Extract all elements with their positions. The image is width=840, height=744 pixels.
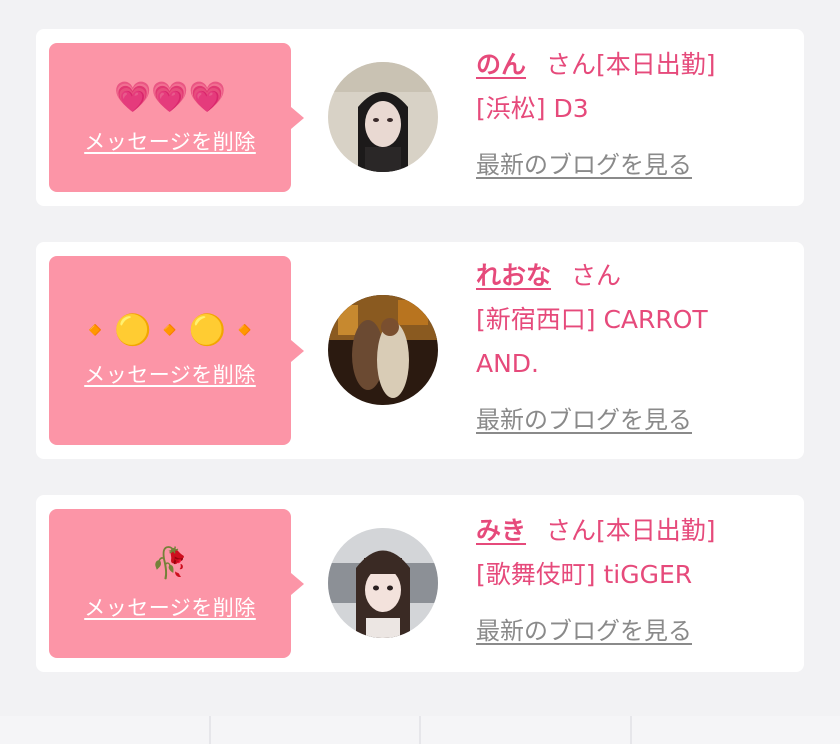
- member-status: さん[本日出勤]: [546, 50, 716, 79]
- message-bubble: 🥀 メッセージを削除: [49, 509, 304, 658]
- member-status: さん[本日出勤]: [546, 516, 716, 545]
- member-info: れおな さん [新宿西口] CARROT AND. 最新のブログを見る: [476, 254, 786, 435]
- avatar[interactable]: [328, 62, 438, 172]
- avatar[interactable]: [328, 295, 438, 405]
- delete-message-link[interactable]: メッセージを削除: [84, 592, 256, 622]
- member-shop: [歌舞伎町] tiGGER: [476, 560, 693, 589]
- tab-item[interactable]: [210, 716, 419, 744]
- message-bubble: 🔸🟡🔸🟡🔸 メッセージを削除: [49, 256, 304, 445]
- message-card: 💗💗💗 メッセージを削除 のん さん[本日出勤] [浜松] D3 最新のブログを見…: [36, 29, 804, 206]
- member-status: さん: [571, 261, 622, 290]
- message-card: 🔸🟡🔸🟡🔸 メッセージを削除 れおな さん [新宿西口] CARROT AND. …: [36, 242, 804, 459]
- latest-blog-link[interactable]: 最新のブログを見る: [476, 611, 692, 646]
- member-shop-cont: AND.: [476, 349, 540, 378]
- avatar[interactable]: [328, 528, 438, 638]
- latest-blog-link[interactable]: 最新のブログを見る: [476, 400, 692, 435]
- tab-item[interactable]: [0, 716, 209, 744]
- tab-item[interactable]: [631, 716, 840, 744]
- message-emoji: 🥀: [151, 545, 189, 581]
- avatar-photo-icon: [328, 62, 438, 172]
- member-info: のん さん[本日出勤] [浜松] D3 最新のブログを見る: [476, 43, 786, 180]
- member-name-link[interactable]: れおな: [476, 261, 551, 290]
- bottom-tab-bar: [0, 716, 840, 744]
- message-emoji: 🔸🟡🔸🟡🔸: [76, 312, 264, 348]
- member-name-link[interactable]: みき: [476, 516, 526, 545]
- member-shop: [新宿西口] CARROT: [476, 305, 708, 334]
- latest-blog-link[interactable]: 最新のブログを見る: [476, 145, 692, 180]
- message-card: 🥀 メッセージを削除 みき さん[本日出勤] [歌舞伎町] tiGGER 最新のブ…: [36, 495, 804, 672]
- member-name-link[interactable]: のん: [476, 50, 526, 79]
- member-shop: [浜松] D3: [476, 94, 589, 123]
- tab-item[interactable]: [421, 716, 630, 744]
- message-bubble: 💗💗💗 メッセージを削除: [49, 43, 304, 192]
- avatar-photo-icon: [328, 528, 438, 638]
- message-emoji: 💗💗💗: [113, 79, 227, 115]
- delete-message-link[interactable]: メッセージを削除: [84, 126, 256, 156]
- delete-message-link[interactable]: メッセージを削除: [84, 359, 256, 389]
- member-info: みき さん[本日出勤] [歌舞伎町] tiGGER 最新のブログを見る: [476, 509, 786, 646]
- avatar-photo-icon: [328, 295, 438, 405]
